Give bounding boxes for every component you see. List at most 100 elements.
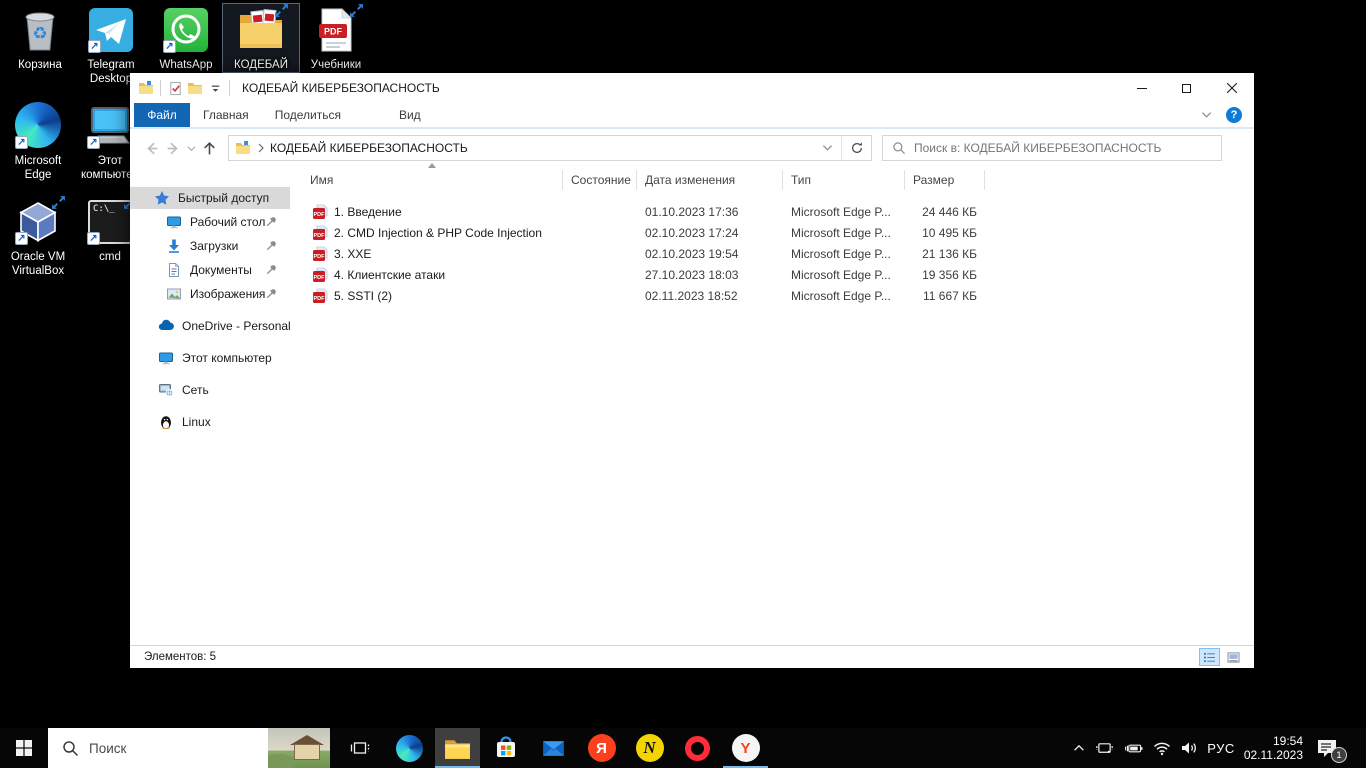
sidebar-item-label: Загрузки [190, 239, 238, 253]
close-button[interactable] [1209, 73, 1254, 103]
title-bar[interactable]: КОДЕБАЙ КИБЕРБЕЗОПАСНОСТЬ [130, 73, 1254, 103]
file-explorer-icon [444, 736, 471, 761]
taskbar-explorer-button[interactable] [435, 728, 480, 768]
address-dropdown-icon[interactable] [822, 144, 833, 152]
tray-display-connect-icon[interactable] [1095, 741, 1114, 756]
taskbar-search-box[interactable] [48, 728, 330, 768]
breadcrumb-chevron-icon [258, 143, 264, 153]
shortcut-arrow-icon: ↗ [15, 232, 28, 245]
notification-badge: 1 [1331, 747, 1347, 763]
desktop-icon-whatsapp[interactable]: ↗ WhatsApp [148, 4, 224, 72]
column-header-status[interactable]: Состояние [563, 170, 637, 190]
file-type: Microsoft Edge P... [783, 247, 905, 261]
desktop-icon-uchebniki[interactable]: PDF Учебники [298, 4, 374, 72]
taskbar-search-input[interactable] [89, 741, 229, 756]
yellow-n-app-icon: N [636, 734, 664, 762]
tray-battery-icon[interactable] [1123, 741, 1144, 756]
sidebar-item-this-pc[interactable]: Этот компьютер [130, 347, 290, 369]
pin-icon[interactable] [265, 263, 278, 276]
qat-customize-button[interactable] [205, 78, 225, 98]
taskbar-opera-button[interactable] [675, 728, 720, 768]
pin-icon[interactable] [265, 215, 278, 228]
file-row[interactable]: PDF 2. CMD Injection & PHP Code Injectio… [290, 222, 1254, 243]
details-view-button[interactable] [1199, 648, 1220, 666]
column-headers: Имя Состояние Дата изменения Тип Размер [290, 167, 1254, 193]
desktop-icon-kodebay-folder[interactable]: КОДЕБАЙ [223, 4, 299, 72]
pin-icon[interactable] [265, 239, 278, 252]
sidebar-item-downloads[interactable]: Загрузки [130, 235, 290, 257]
file-name: 3. XXE [334, 247, 371, 261]
start-button[interactable] [0, 728, 48, 768]
tray-volume-icon[interactable] [1180, 740, 1198, 756]
tray-chevron-up-icon[interactable] [1072, 741, 1086, 755]
taskbar-yellow-app-button[interactable]: N [627, 728, 672, 768]
action-center-button[interactable]: 1 [1316, 738, 1338, 758]
desktop-icon-edge[interactable]: ↗ Microsoft Edge [0, 100, 76, 182]
pinned-apps: Я N Y [387, 728, 768, 768]
file-name: 5. SSTI (2) [334, 289, 392, 303]
sidebar-item-desktop[interactable]: Рабочий стол [130, 211, 290, 233]
tray-wifi-icon[interactable] [1153, 741, 1171, 756]
column-header-type[interactable]: Тип [783, 170, 905, 190]
sidebar-item-network[interactable]: Сеть [130, 379, 290, 401]
sidebar-item-pictures[interactable]: Изображения [130, 283, 290, 305]
sidebar-item-linux[interactable]: Linux [130, 411, 290, 433]
file-row[interactable]: PDF 3. XXE 02.10.2023 19:54 Microsoft Ed… [290, 243, 1254, 264]
search-icon [892, 141, 906, 155]
taskbar-yandex-browser-button[interactable]: Y [723, 728, 768, 768]
back-button[interactable] [140, 136, 162, 160]
taskbar-store-button[interactable] [483, 728, 528, 768]
sidebar-item-documents[interactable]: Документы [130, 259, 290, 281]
desktop-icon-recycle-bin[interactable]: ♻ Корзина [2, 4, 78, 72]
tab-file[interactable]: Файл [134, 103, 190, 127]
file-row[interactable]: PDF 1. Введение 01.10.2023 17:36 Microso… [290, 201, 1254, 222]
clock[interactable]: 19:54 02.11.2023 [1244, 734, 1303, 762]
file-size: 11 667 КБ [905, 289, 985, 303]
language-indicator[interactable]: РУС [1207, 741, 1235, 756]
maximize-button[interactable] [1164, 73, 1209, 103]
tab-home[interactable]: Главная [190, 103, 262, 127]
virtualbox-icon: ↗ [14, 198, 62, 246]
taskbar-mail-button[interactable] [531, 728, 576, 768]
task-view-icon [350, 738, 370, 758]
refresh-button[interactable] [841, 136, 871, 160]
column-header-size[interactable]: Размер [905, 170, 985, 190]
qat-properties-button[interactable] [165, 78, 185, 98]
tab-share[interactable]: Поделиться [262, 103, 354, 127]
minimize-button[interactable] [1119, 73, 1164, 103]
pdf-file-icon: PDF [312, 267, 328, 283]
ribbon-collapse-icon[interactable] [1201, 111, 1212, 119]
sidebar-item-onedrive[interactable]: OneDrive - Personal [130, 315, 290, 337]
thumbnails-view-button[interactable] [1223, 648, 1244, 666]
tab-view[interactable]: Вид [386, 103, 434, 127]
pin-icon[interactable] [265, 287, 278, 300]
sidebar-item-label: OneDrive - Personal [182, 319, 291, 333]
explorer-search-input[interactable] [914, 141, 1221, 155]
documents-icon [166, 262, 182, 278]
up-button[interactable] [198, 136, 220, 160]
sidebar-item-label: Документы [190, 263, 252, 277]
column-header-name[interactable]: Имя [290, 170, 563, 190]
file-row[interactable]: PDF 4. Клиентские атаки 27.10.2023 18:03… [290, 264, 1254, 285]
forward-button[interactable] [162, 136, 184, 160]
desktop-icon-label: Корзина [2, 58, 78, 72]
breadcrumb[interactable]: КОДЕБАЙ КИБЕРБЕЗОПАСНОСТЬ [270, 141, 468, 155]
quick-access-star-icon [154, 190, 170, 206]
taskbar-edge-button[interactable] [387, 728, 432, 768]
taskbar-yandex-button[interactable]: Я [579, 728, 624, 768]
desktop-icon-virtualbox[interactable]: ↗ Oracle VM VirtualBox [0, 196, 76, 278]
svg-text:PDF: PDF [314, 275, 326, 281]
recent-locations-icon[interactable] [184, 136, 198, 160]
sidebar-item-quick-access[interactable]: Быстрый доступ [130, 187, 290, 209]
address-bar[interactable]: КОДЕБАЙ КИБЕРБЕЗОПАСНОСТЬ [228, 135, 872, 161]
file-date: 02.10.2023 19:54 [637, 247, 783, 261]
explorer-search-box[interactable] [882, 135, 1222, 161]
search-icon [62, 740, 79, 757]
column-header-date-modified[interactable]: Дата изменения [637, 170, 783, 190]
file-row[interactable]: PDF 5. SSTI (2) 02.11.2023 18:52 Microso… [290, 285, 1254, 306]
pdf-folder-icon [237, 6, 285, 54]
help-icon[interactable]: ? [1226, 107, 1242, 123]
qat-new-folder-button[interactable] [185, 78, 205, 98]
svg-text:PDF: PDF [324, 27, 343, 37]
task-view-button[interactable] [338, 728, 382, 768]
